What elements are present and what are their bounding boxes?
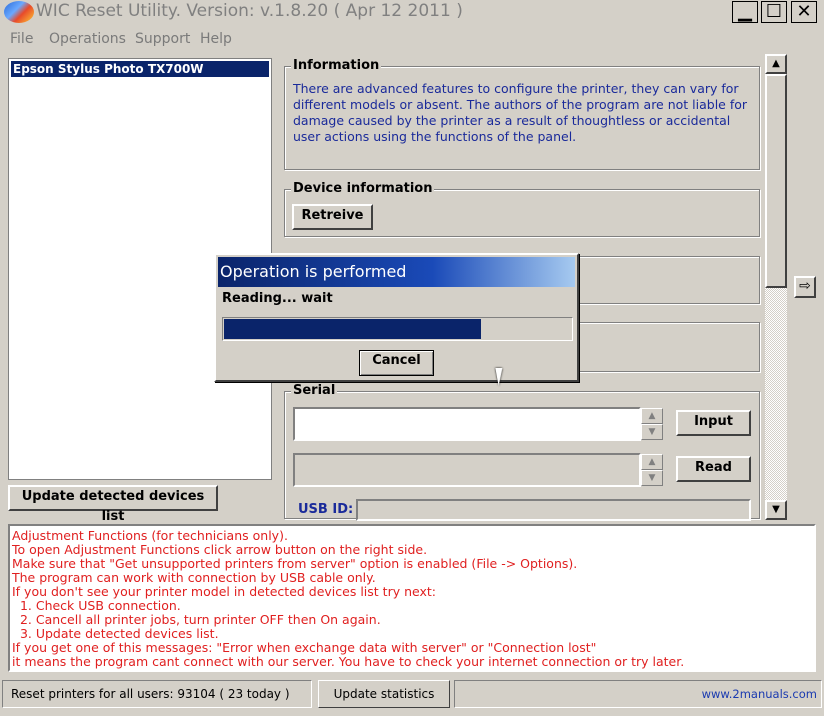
- serial-input[interactable]: [293, 407, 641, 441]
- log-line: 3. Update detected devices list.: [12, 626, 219, 641]
- log-line: Adjustment Functions (for technicians on…: [12, 528, 288, 543]
- information-text: There are advanced features to configure…: [293, 81, 748, 144]
- menu-bar: File Operations Support Help: [0, 28, 824, 50]
- spin-down-icon[interactable]: ▼: [641, 424, 663, 440]
- vertical-scrollbar[interactable]: ▲ ▼: [765, 54, 787, 520]
- information-group: Information There are advanced features …: [284, 58, 760, 170]
- operation-dialog: Operation is performed Reading... wait C…: [214, 253, 579, 382]
- log-box: Adjustment Functions (for technicians on…: [8, 524, 816, 672]
- status-bar: Reset printers for all users: 93104 ( 23…: [0, 680, 824, 708]
- progress-bar: [222, 317, 573, 341]
- dialog-title: Operation is performed: [218, 257, 575, 287]
- adjustment-arrow-icon[interactable]: ⇨: [794, 276, 816, 298]
- log-line: it means the program cant connect with o…: [12, 654, 685, 669]
- progress-fill: [224, 319, 481, 339]
- serial-title: Serial: [291, 383, 338, 398]
- minimize-button[interactable]: ▁: [732, 1, 758, 23]
- input-button[interactable]: Input: [676, 410, 751, 436]
- log-line: Make sure that "Get unsupported printers…: [12, 556, 578, 571]
- app-icon: [4, 1, 34, 23]
- menu-operations[interactable]: Operations: [49, 31, 126, 47]
- log-line: If you don't see your printer model in d…: [12, 584, 436, 599]
- menu-support[interactable]: Support: [135, 31, 190, 47]
- device-list-item[interactable]: Epson Stylus Photo TX700W: [11, 61, 269, 77]
- usb-id-label: USB ID:: [298, 502, 354, 517]
- retreive-button[interactable]: Retreive: [292, 204, 373, 230]
- update-devices-button[interactable]: Update detected devices list: [8, 485, 218, 524]
- menu-file[interactable]: File: [10, 31, 33, 47]
- title-bar: WIC Reset Utility. Version: v.1.8.20 ( A…: [0, 0, 824, 24]
- spin-down-icon[interactable]: ▼: [641, 470, 663, 486]
- menu-help[interactable]: Help: [200, 31, 232, 47]
- scroll-up-icon[interactable]: ▲: [765, 54, 787, 74]
- spin-up-icon[interactable]: ▲: [641, 408, 663, 424]
- log-line: To open Adjustment Functions click arrow…: [12, 542, 428, 557]
- log-line: 2. Cancell all printer jobs, turn printe…: [12, 612, 381, 627]
- scroll-thumb[interactable]: [765, 74, 787, 288]
- read-button[interactable]: Read: [676, 456, 751, 482]
- log-line: If you get one of this messages: "Error …: [12, 640, 597, 655]
- log-line: 1. Check USB connection.: [12, 598, 181, 613]
- website-link[interactable]: www.2manuals.com: [454, 680, 822, 708]
- maximize-button[interactable]: ☐: [761, 1, 787, 23]
- log-line: The program can work with connection by …: [12, 570, 376, 585]
- spin-up-icon[interactable]: ▲: [641, 454, 663, 470]
- device-information-title: Device information: [291, 181, 435, 196]
- information-title: Information: [291, 58, 382, 73]
- cancel-button[interactable]: Cancel: [359, 350, 434, 376]
- reset-count-status: Reset printers for all users: 93104 ( 23…: [2, 680, 312, 708]
- window-title: WIC Reset Utility. Version: v.1.8.20 ( A…: [36, 1, 463, 21]
- serial-read-field: [293, 453, 641, 487]
- usb-id-field: [356, 499, 751, 521]
- dialog-message: Reading... wait: [222, 291, 333, 306]
- scroll-down-icon[interactable]: ▼: [765, 500, 787, 520]
- close-button[interactable]: ✕: [791, 1, 817, 23]
- update-statistics-button[interactable]: Update statistics: [318, 680, 450, 708]
